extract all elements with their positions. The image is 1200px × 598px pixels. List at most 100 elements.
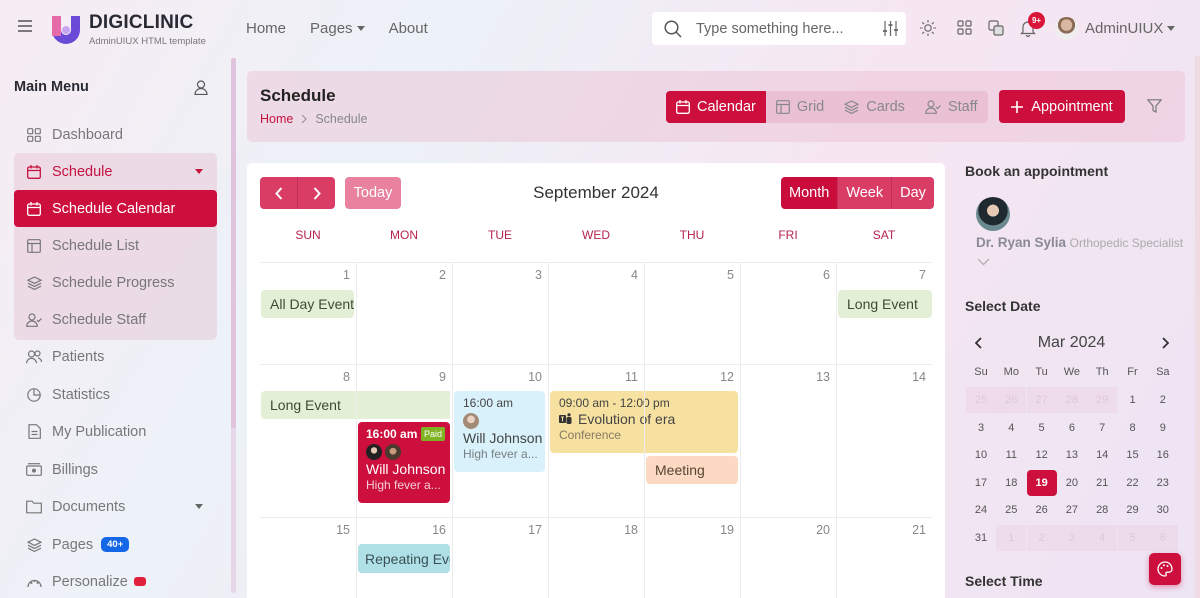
nav-pages[interactable]: Pages <box>310 20 365 37</box>
chevron-down-icon[interactable] <box>977 258 990 266</box>
menu-toggle-icon[interactable] <box>18 20 34 34</box>
mini-day[interactable]: 1 <box>996 524 1027 551</box>
sidebar-item-patients[interactable]: Patients <box>14 338 217 375</box>
caret-down-icon <box>356 26 365 31</box>
mini-day[interactable]: 12 <box>1027 442 1057 468</box>
event-appointment[interactable]: 16:00 am Will Johnson High fever a... <box>454 391 545 472</box>
mini-day[interactable]: 24 <box>966 497 996 523</box>
apps-grid-icon[interactable] <box>957 20 972 35</box>
mini-day[interactable]: 3 <box>966 415 996 441</box>
logo-icon[interactable] <box>50 12 82 44</box>
translate-icon[interactable] <box>988 20 1004 36</box>
day-cell[interactable] <box>740 364 836 517</box>
mini-weekday-label: Sa <box>1156 366 1170 378</box>
mini-weekday-label: We <box>1063 366 1081 378</box>
sidebar-item-personalize[interactable]: Personalize <box>14 563 217 598</box>
sidebar-item-documents[interactable]: Documents <box>14 488 217 525</box>
sidebar-item-label: Schedule List <box>52 237 140 254</box>
mini-day[interactable]: 29 <box>1118 497 1148 523</box>
event-meeting[interactable]: Meeting <box>646 456 738 484</box>
mini-day[interactable]: 10 <box>966 442 996 468</box>
tab-grid[interactable]: Grid <box>766 91 834 123</box>
day-number: 20 <box>816 523 830 537</box>
mini-day[interactable]: 3 <box>1056 524 1087 551</box>
nav-about[interactable]: About <box>389 20 428 37</box>
mini-day[interactable]: 4 <box>996 415 1026 441</box>
mini-day[interactable]: 27 <box>1026 387 1057 413</box>
add-appointment-button[interactable]: Appointment <box>999 90 1125 123</box>
tab-cards[interactable]: Cards <box>834 91 915 123</box>
mini-day[interactable]: 21 <box>1087 470 1117 496</box>
event-all-day[interactable]: All Day Event <box>261 290 354 318</box>
nav-home[interactable]: Home <box>246 20 286 37</box>
filter-sliders-icon[interactable] <box>883 21 898 36</box>
mini-day[interactable]: 5 <box>1117 524 1148 551</box>
mini-day[interactable]: 6 <box>1057 415 1087 441</box>
day-cell[interactable] <box>260 364 356 517</box>
sidebar-item-pages[interactable]: Pages 40+ <box>14 526 217 563</box>
mini-day[interactable]: 13 <box>1057 442 1087 468</box>
theme-customizer-button[interactable] <box>1149 553 1181 585</box>
sidebar-scrollbar-thumb[interactable] <box>231 58 236 428</box>
search-icon[interactable] <box>664 19 682 38</box>
mini-day[interactable]: 2 <box>1026 524 1057 551</box>
event-appointment-paid[interactable]: 16:00 am Paid Will Johnson High fever a.… <box>358 422 450 503</box>
month-view-button[interactable]: Month <box>781 177 838 209</box>
mini-day[interactable]: 14 <box>1087 442 1117 468</box>
tab-calendar[interactable]: Calendar <box>666 91 766 123</box>
mini-day-selected[interactable]: 19 <box>1026 469 1057 496</box>
mini-day[interactable]: 28 <box>1087 497 1117 523</box>
theme-sun-icon[interactable] <box>920 20 936 36</box>
user-name[interactable]: AdminUIUX <box>1085 20 1163 37</box>
day-cell[interactable] <box>836 364 932 517</box>
mini-day[interactable]: 26 <box>996 387 1027 413</box>
mini-day[interactable]: 27 <box>1057 497 1087 523</box>
mini-day[interactable]: 9 <box>1148 415 1178 441</box>
mini-day[interactable]: 22 <box>1118 470 1148 496</box>
mini-day[interactable]: 28 <box>1056 387 1087 413</box>
week-view-button[interactable]: Week <box>837 177 892 209</box>
mini-day[interactable]: 4 <box>1087 524 1118 551</box>
mini-day[interactable]: 17 <box>966 470 996 496</box>
user-avatar[interactable] <box>1055 17 1078 40</box>
mini-day[interactable]: 5 <box>1027 415 1057 441</box>
mini-day[interactable]: 30 <box>1148 497 1178 523</box>
mini-day[interactable]: 26 <box>1027 497 1057 523</box>
breadcrumb-home[interactable]: Home <box>260 112 293 126</box>
sidebar-item-my-publication[interactable]: My Publication <box>14 413 217 450</box>
mini-day[interactable]: 25 <box>966 387 996 413</box>
mini-next-month-icon[interactable] <box>1162 337 1169 349</box>
sidebar-item-billings[interactable]: Billings <box>14 451 217 488</box>
mini-day[interactable]: 25 <box>996 497 1026 523</box>
sidebar-item-schedule-calendar[interactable]: Schedule Calendar <box>14 190 217 227</box>
mini-day[interactable]: 8 <box>1118 415 1148 441</box>
mini-day[interactable]: 6 <box>1147 524 1178 551</box>
event-repeating[interactable]: Repeating Event <box>358 544 450 573</box>
day-view-button[interactable]: Day <box>891 177 934 209</box>
doctor-select[interactable]: Dr. Ryan Sylia Orthopedic Specialist <box>976 235 1183 250</box>
mini-day[interactable]: 16 <box>1148 442 1178 468</box>
profile-icon[interactable] <box>194 80 208 95</box>
mini-day[interactable]: 11 <box>996 442 1026 468</box>
mini-day[interactable]: 29 <box>1087 387 1118 413</box>
sidebar-item-schedule-staff[interactable]: Schedule Staff <box>14 301 217 338</box>
tab-staff[interactable]: Staff <box>915 91 988 123</box>
mini-day[interactable]: 7 <box>1087 415 1117 441</box>
filter-icon[interactable] <box>1147 99 1162 113</box>
mini-day[interactable]: 18 <box>996 470 1026 496</box>
user-menu-caret-icon[interactable] <box>1167 26 1175 31</box>
sidebar-item-dashboard[interactable]: Dashboard <box>14 116 217 153</box>
search-input[interactable] <box>696 20 846 37</box>
sidebar-item-schedule[interactable]: Schedule <box>14 153 217 190</box>
mini-day[interactable]: 20 <box>1057 470 1087 496</box>
event-long-event[interactable]: Long Event <box>838 290 932 318</box>
sidebar-item-schedule-list[interactable]: Schedule List <box>14 227 217 264</box>
mini-day[interactable]: 15 <box>1118 442 1148 468</box>
page-scrollbar[interactable] <box>1195 56 1200 598</box>
mini-day[interactable]: 23 <box>1148 470 1178 496</box>
sidebar-item-statistics[interactable]: Statistics <box>14 376 217 413</box>
sidebar-item-schedule-progress[interactable]: Schedule Progress <box>14 264 217 301</box>
mini-day[interactable]: 2 <box>1148 387 1178 413</box>
mini-day[interactable]: 31 <box>966 525 996 551</box>
mini-day[interactable]: 1 <box>1118 387 1148 413</box>
